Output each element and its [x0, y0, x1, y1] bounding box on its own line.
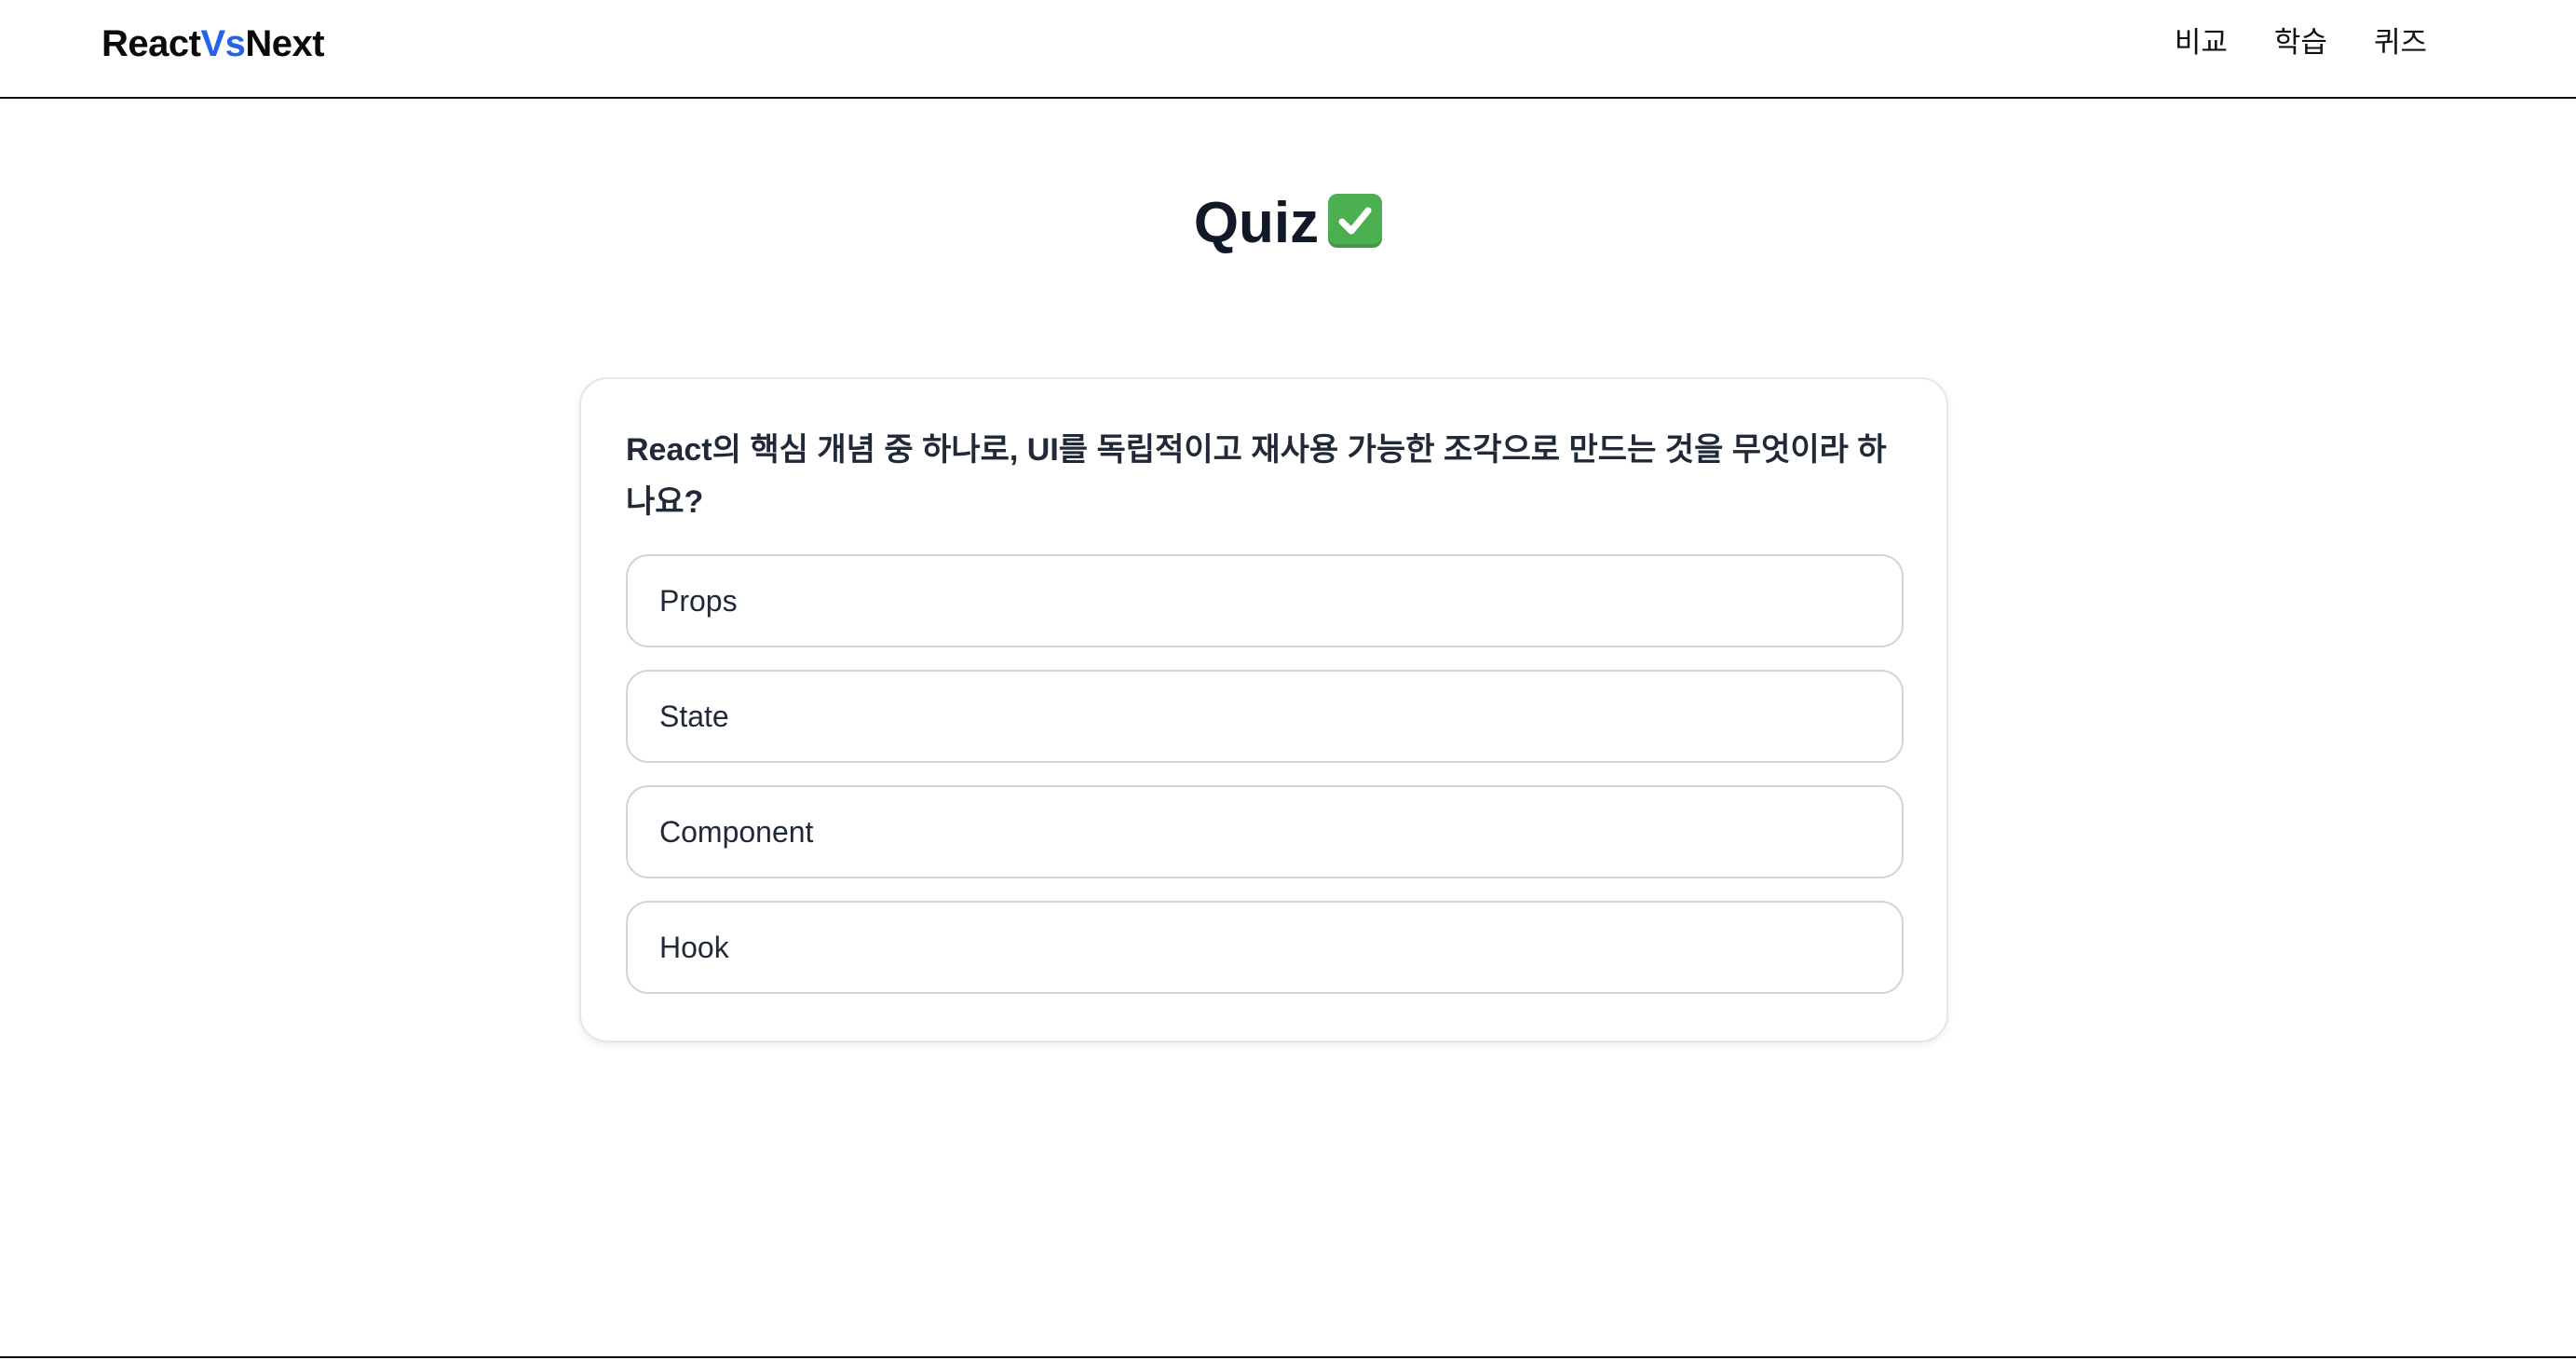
logo-vs-text: Vs [200, 23, 246, 64]
answer-option-state[interactable]: State [626, 670, 1904, 763]
site-logo[interactable]: ReactVsNext [102, 20, 325, 67]
main-nav: 비교 학습 퀴즈 [2175, 22, 2427, 63]
page-title: Quiz [0, 184, 2576, 263]
footer-divider [0, 1356, 2576, 1358]
answer-option-component[interactable]: Component [626, 785, 1904, 878]
top-nav-bar: ReactVsNext 비교 학습 퀴즈 [0, 0, 2576, 99]
page: ReactVsNext 비교 학습 퀴즈 Quiz React의 핵심 개념 중… [0, 0, 2576, 1360]
answer-option-hook[interactable]: Hook [626, 901, 1904, 994]
nav-link-compare[interactable]: 비교 [2175, 22, 2228, 63]
page-title-text: Quiz [1193, 191, 1320, 255]
answer-option-props[interactable]: Props [626, 554, 1904, 647]
quiz-question: React의 핵심 개념 중 하나로, UI를 독립적이고 재사용 가능한 조각… [626, 432, 1887, 520]
logo-next-text: Next [245, 23, 325, 64]
answer-options: Props State Component Hook [626, 554, 1904, 994]
logo-react-text: React [102, 23, 201, 64]
quiz-card: React의 핵심 개념 중 하나로, UI를 독립적이고 재사용 가능한 조각… [579, 377, 1948, 1042]
nav-link-learn[interactable]: 학습 [2274, 22, 2327, 63]
nav-link-quiz[interactable]: 퀴즈 [2374, 22, 2427, 63]
check-mark-button-icon [1328, 194, 1383, 248]
